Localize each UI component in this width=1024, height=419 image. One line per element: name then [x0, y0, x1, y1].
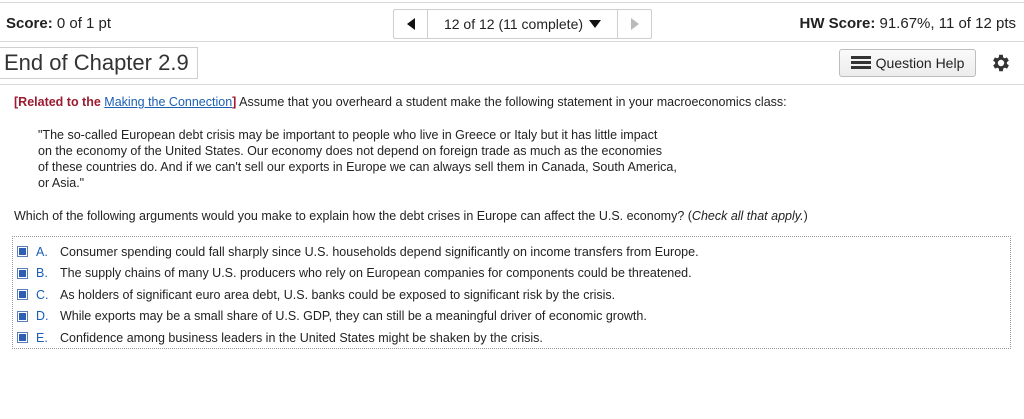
checkbox[interactable]: [17, 310, 28, 322]
choice-text: As holders of significant euro area debt…: [60, 287, 616, 302]
quote-line: or Asia.": [38, 176, 85, 190]
quote-line: "The so-called European debt crisis may …: [38, 128, 658, 142]
choice-letter: C.: [36, 287, 49, 302]
related-suffix: ]: [232, 95, 237, 109]
choice-letter: A.: [36, 244, 48, 259]
list-icon: [850, 56, 871, 70]
choice-text: Confidence among business leaders in the…: [60, 330, 543, 345]
question-intro: [Related to the Making the Connection] A…: [14, 94, 1014, 110]
chapter-title: End of Chapter 2.9: [0, 47, 198, 79]
choice-a[interactable]: A. Consumer spending could fall sharply …: [13, 241, 1010, 263]
question-counter: 12 of 12 (11 complete): [443, 16, 584, 32]
related-prefix: [Related to the: [14, 95, 105, 109]
intro-text: Assume that you overheard a student make…: [239, 95, 787, 109]
arrow-right-icon: [630, 18, 639, 30]
choice-letter: D.: [36, 309, 49, 324]
choice-letter: B.: [36, 266, 48, 281]
quote-line: on the economy of the United States. Our…: [38, 144, 662, 158]
hw-score-display: HW Score: 91.67%, 11 of 12 pts: [799, 15, 1016, 32]
checkbox[interactable]: [17, 246, 28, 258]
previous-question-button[interactable]: [394, 10, 428, 38]
top-bar: Score: 0 of 1 pt 12 of 12 (11 complete) …: [0, 2, 1024, 42]
choice-c[interactable]: C. As holders of significant euro area d…: [13, 284, 1010, 306]
choice-d[interactable]: D. While exports may be a small share of…: [13, 306, 1010, 328]
choice-b[interactable]: B. The supply chains of many U.S. produc…: [13, 263, 1010, 285]
checkbox[interactable]: [17, 332, 28, 344]
caret-down-icon: [589, 20, 602, 28]
question-help-label: Question Help: [875, 55, 965, 71]
arrow-left-icon: [406, 18, 415, 30]
next-question-button[interactable]: [617, 10, 651, 38]
gear-icon[interactable]: [990, 52, 1012, 74]
question-navigator: 12 of 12 (11 complete): [393, 9, 652, 39]
score-display: Score: 0 of 1 pt: [6, 15, 112, 32]
checkbox[interactable]: [17, 289, 28, 301]
making-connection-link[interactable]: Making the Connection: [104, 95, 232, 109]
question-select-dropdown[interactable]: 12 of 12 (11 complete): [428, 10, 617, 38]
quote-line: of these countries do. And if we can't s…: [38, 160, 677, 174]
student-quote: "The so-called European debt crisis may …: [38, 127, 738, 191]
answer-choices: A. Consumer spending could fall sharply …: [12, 236, 1011, 349]
choice-text: While exports may be a small share of U.…: [60, 309, 647, 324]
checkbox[interactable]: [17, 267, 28, 279]
question-prompt: Which of the following arguments would y…: [14, 209, 808, 223]
choice-e[interactable]: E. Confidence among business leaders in …: [13, 327, 1010, 349]
question-help-button[interactable]: Question Help: [839, 49, 976, 77]
choice-text: The supply chains of many U.S. producers…: [60, 266, 692, 281]
title-bar: End of Chapter 2.9 Question Help: [0, 43, 1024, 85]
choice-letter: E.: [36, 330, 48, 345]
question-content: [Related to the Making the Connection] A…: [14, 94, 1014, 224]
choice-text: Consumer spending could fall sharply sin…: [60, 244, 699, 259]
